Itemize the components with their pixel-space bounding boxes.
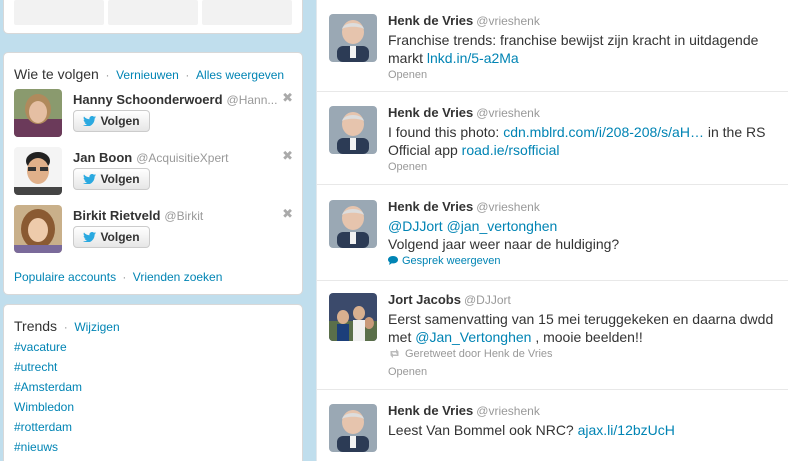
trend-item[interactable]: Wimbledon xyxy=(14,397,292,417)
stat-box-followers[interactable] xyxy=(202,0,292,25)
follow-label: Volgen xyxy=(100,230,140,244)
user-handle[interactable]: @Birkit xyxy=(164,209,203,223)
tweet[interactable]: Jort Jacobs @DJJort Eerst samenvatting va… xyxy=(317,281,788,390)
user-handle[interactable]: @Hann... xyxy=(227,93,278,107)
bird-icon xyxy=(83,232,97,242)
user-handle[interactable]: @AcquisitieXpert xyxy=(136,151,228,165)
open-tweet-link[interactable]: Openen xyxy=(388,366,781,382)
avatar[interactable] xyxy=(14,147,62,195)
trend-item[interactable]: #utrecht xyxy=(14,357,292,377)
tweet-author-handle[interactable]: @DJJort xyxy=(464,293,511,307)
tweet[interactable]: Henk de Vries @vrieshenk @DJJort @jan_ver… xyxy=(317,185,788,281)
tweet-link[interactable]: road.ie/rsofficial xyxy=(462,142,560,158)
popular-accounts-link[interactable]: Populaire accounts xyxy=(14,270,116,284)
tweet-author-handle[interactable]: @vrieshenk xyxy=(476,106,540,120)
avatar[interactable] xyxy=(329,106,377,154)
timeline: Henk de Vries @vrieshenk Franchise trends… xyxy=(316,0,788,461)
open-tweet-link[interactable]: Openen xyxy=(388,69,781,85)
retweeted-by: Geretweet door Henk de Vries xyxy=(388,348,781,364)
stat-box-tweets[interactable] xyxy=(14,0,104,25)
tweet-mention[interactable]: @DJJort xyxy=(388,218,443,234)
close-icon[interactable]: ✖ xyxy=(282,90,293,106)
tweet-text: @DJJort @jan_vertonghen Volgend jaar weer… xyxy=(388,218,620,252)
avatar[interactable] xyxy=(329,200,377,248)
tweet-text: Franchise trends: franchise bewijst zijn… xyxy=(388,32,759,66)
who-to-follow-header: Wie te volgen · Vernieuwen · Alles weerg… xyxy=(14,66,285,82)
bird-icon xyxy=(83,174,97,184)
tweet-author-handle[interactable]: @vrieshenk xyxy=(476,404,540,418)
trend-item[interactable]: #vacature xyxy=(14,337,292,357)
suggested-user: Jan Boon @AcquisitieXpert ✖ Volgen xyxy=(4,147,302,205)
trend-item[interactable]: #rotterdam xyxy=(14,417,292,437)
close-icon[interactable]: ✖ xyxy=(282,206,293,222)
who-to-follow-module: Wie te volgen · Vernieuwen · Alles weerg… xyxy=(3,52,303,295)
trend-item[interactable]: #nieuws xyxy=(14,437,292,457)
user-name[interactable]: Birkit Rietveld xyxy=(73,208,160,223)
who-to-follow-title: Wie te volgen xyxy=(14,66,99,82)
open-tweet-link[interactable]: Openen xyxy=(388,161,781,177)
follow-label: Volgen xyxy=(100,172,140,186)
refresh-link[interactable]: Vernieuwen xyxy=(116,68,179,82)
trends-module: Trends · Wijzigen #vacature #utrecht #Am… xyxy=(3,304,303,461)
tweet-mention[interactable]: @Jan_Vertonghen xyxy=(415,329,531,345)
who-to-follow-footer: Populaire accounts · Vrienden zoeken xyxy=(14,270,223,284)
tweet-link[interactable]: ajax.li/12bzUcH xyxy=(578,422,675,438)
user-name[interactable]: Hanny Schoonderwoerd xyxy=(73,92,223,107)
suggested-user: Birkit Rietveld @Birkit ✖ Volgen xyxy=(4,205,302,263)
stat-box-following[interactable] xyxy=(108,0,198,25)
avatar[interactable] xyxy=(14,205,62,253)
follow-button[interactable]: Volgen xyxy=(73,226,150,248)
user-name[interactable]: Jan Boon xyxy=(73,150,132,165)
tweet[interactable]: Henk de Vries @vrieshenk Franchise trends… xyxy=(317,0,788,92)
tweet-link[interactable]: cdn.mblrd.com/i/208-208/s/aH… xyxy=(503,124,704,140)
profile-stats xyxy=(3,0,303,34)
follow-button[interactable]: Volgen xyxy=(73,110,150,132)
tweet-author-handle[interactable]: @vrieshenk xyxy=(476,14,540,28)
avatar[interactable] xyxy=(329,14,377,62)
tweet[interactable]: Henk de Vries @vrieshenk I found this pho… xyxy=(317,92,788,185)
retweet-icon xyxy=(390,349,399,358)
tweet-author-name[interactable]: Jort Jacobs xyxy=(388,292,461,307)
follow-label: Volgen xyxy=(100,114,140,128)
view-conversation-link[interactable]: Gesprek weergeven xyxy=(388,255,781,271)
find-friends-link[interactable]: Vrienden zoeken xyxy=(133,270,223,284)
change-trends-link[interactable]: Wijzigen xyxy=(74,320,119,334)
tweet-author-handle[interactable]: @vrieshenk xyxy=(476,200,540,214)
bird-icon xyxy=(83,116,97,126)
tweet-author-name[interactable]: Henk de Vries xyxy=(388,105,473,120)
avatar[interactable] xyxy=(329,293,377,341)
tweet-text: Eerst samenvatting van 15 mei teruggekek… xyxy=(388,311,774,345)
trend-list: #vacature #utrecht #Amsterdam Wimbledon … xyxy=(4,335,302,457)
trend-item[interactable]: #Amsterdam xyxy=(14,377,292,397)
view-all-link[interactable]: Alles weergeven xyxy=(196,68,284,82)
tweet[interactable]: Henk de Vries @vrieshenk Leest Van Bommel… xyxy=(317,390,788,461)
trends-header: Trends · Wijzigen xyxy=(14,318,120,334)
tweet-text: I found this photo: cdn.mblrd.com/i/208-… xyxy=(388,124,766,158)
suggested-user: Hanny Schoonderwoerd @Hann... ✖ Volgen xyxy=(4,89,302,147)
avatar[interactable] xyxy=(329,404,377,452)
tweet-author-name[interactable]: Henk de Vries xyxy=(388,199,473,214)
tweet-link[interactable]: lnkd.in/5-a2Ma xyxy=(427,50,519,66)
trends-title: Trends xyxy=(14,318,58,334)
tweet-author-name[interactable]: Henk de Vries xyxy=(388,13,473,28)
tweet-mention[interactable]: @jan_vertonghen xyxy=(447,218,558,234)
tweet-text: Leest Van Bommel ook NRC? ajax.li/12bzUc… xyxy=(388,422,675,438)
follow-button[interactable]: Volgen xyxy=(73,168,150,190)
avatar[interactable] xyxy=(14,89,62,137)
close-icon[interactable]: ✖ xyxy=(282,148,293,164)
conversation-icon xyxy=(388,256,398,265)
tweet-author-name[interactable]: Henk de Vries xyxy=(388,403,473,418)
